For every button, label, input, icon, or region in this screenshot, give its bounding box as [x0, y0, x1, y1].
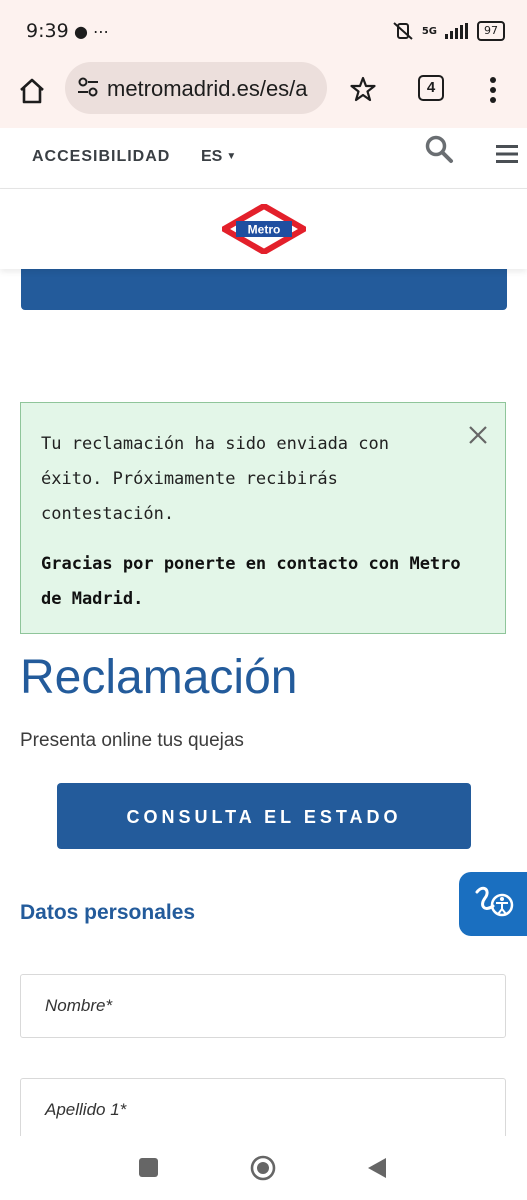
url-text[interactable]: metromadrid.es/es/a — [107, 76, 317, 102]
accessibility-link[interactable]: ACCESIBILIDAD — [32, 148, 170, 166]
status-left-icons: ● ⋯ — [74, 22, 110, 41]
home-circle-icon[interactable] — [250, 1155, 276, 1181]
url-bar[interactable]: metromadrid.es/es/a — [65, 62, 327, 114]
surname-placeholder: Apellido 1* — [45, 1100, 127, 1119]
metro-logo[interactable]: Metro — [222, 204, 306, 254]
alert-thanks: Gracias por ponerte en contacto con Metr… — [41, 554, 461, 609]
home-icon[interactable] — [18, 77, 46, 105]
hamburger-menu-icon[interactable] — [496, 144, 518, 164]
status-time: 9:39 — [26, 20, 69, 42]
close-icon[interactable] — [468, 425, 488, 445]
search-icon[interactable] — [424, 134, 454, 164]
vibrate-off-icon — [393, 22, 413, 40]
site-nav: ACCESIBILIDAD ES ▼ — [0, 128, 527, 189]
consult-status-label: CONSULTA EL ESTADO — [126, 807, 402, 827]
system-nav-bar — [0, 1136, 527, 1200]
status-right-icons: 5G 97 — [392, 21, 505, 41]
logo-bar: Metro — [0, 189, 527, 269]
tune-icon[interactable] — [77, 76, 99, 98]
success-alert: Tu reclamación ha sido enviada con éxito… — [20, 402, 506, 634]
alert-message: Tu reclamación ha sido enviada con éxito… — [41, 434, 389, 524]
status-bar: 9:39 ● ⋯ 5G 97 — [0, 0, 527, 62]
language-selector[interactable]: ES ▼ — [201, 148, 236, 166]
accessibility-icon — [475, 886, 514, 917]
tabs-icon[interactable]: 4 — [418, 75, 444, 101]
consult-status-button[interactable]: CONSULTA EL ESTADO — [57, 783, 471, 849]
caret-down-icon: ▼ — [226, 151, 237, 162]
back-icon[interactable] — [366, 1156, 388, 1180]
page-subtitle: Presenta online tus quejas — [20, 730, 244, 751]
kebab-menu-icon[interactable] — [488, 76, 498, 104]
language-label: ES — [201, 148, 223, 165]
logo-text: Metro — [248, 223, 281, 237]
network-label: 5G — [421, 25, 437, 37]
signal-icon — [445, 23, 468, 39]
recent-apps-icon[interactable] — [139, 1158, 158, 1177]
section-title: Datos personales — [20, 901, 196, 924]
browser-toolbar: metromadrid.es/es/a 4 — [0, 62, 527, 128]
battery-icon: 97 — [477, 21, 505, 41]
accessibility-widget-button[interactable] — [459, 872, 527, 936]
first-name-placeholder: Nombre* — [45, 996, 113, 1015]
first-name-field[interactable]: Nombre* — [20, 974, 506, 1038]
star-icon[interactable] — [350, 76, 376, 102]
page-title: Reclamación — [20, 651, 298, 704]
